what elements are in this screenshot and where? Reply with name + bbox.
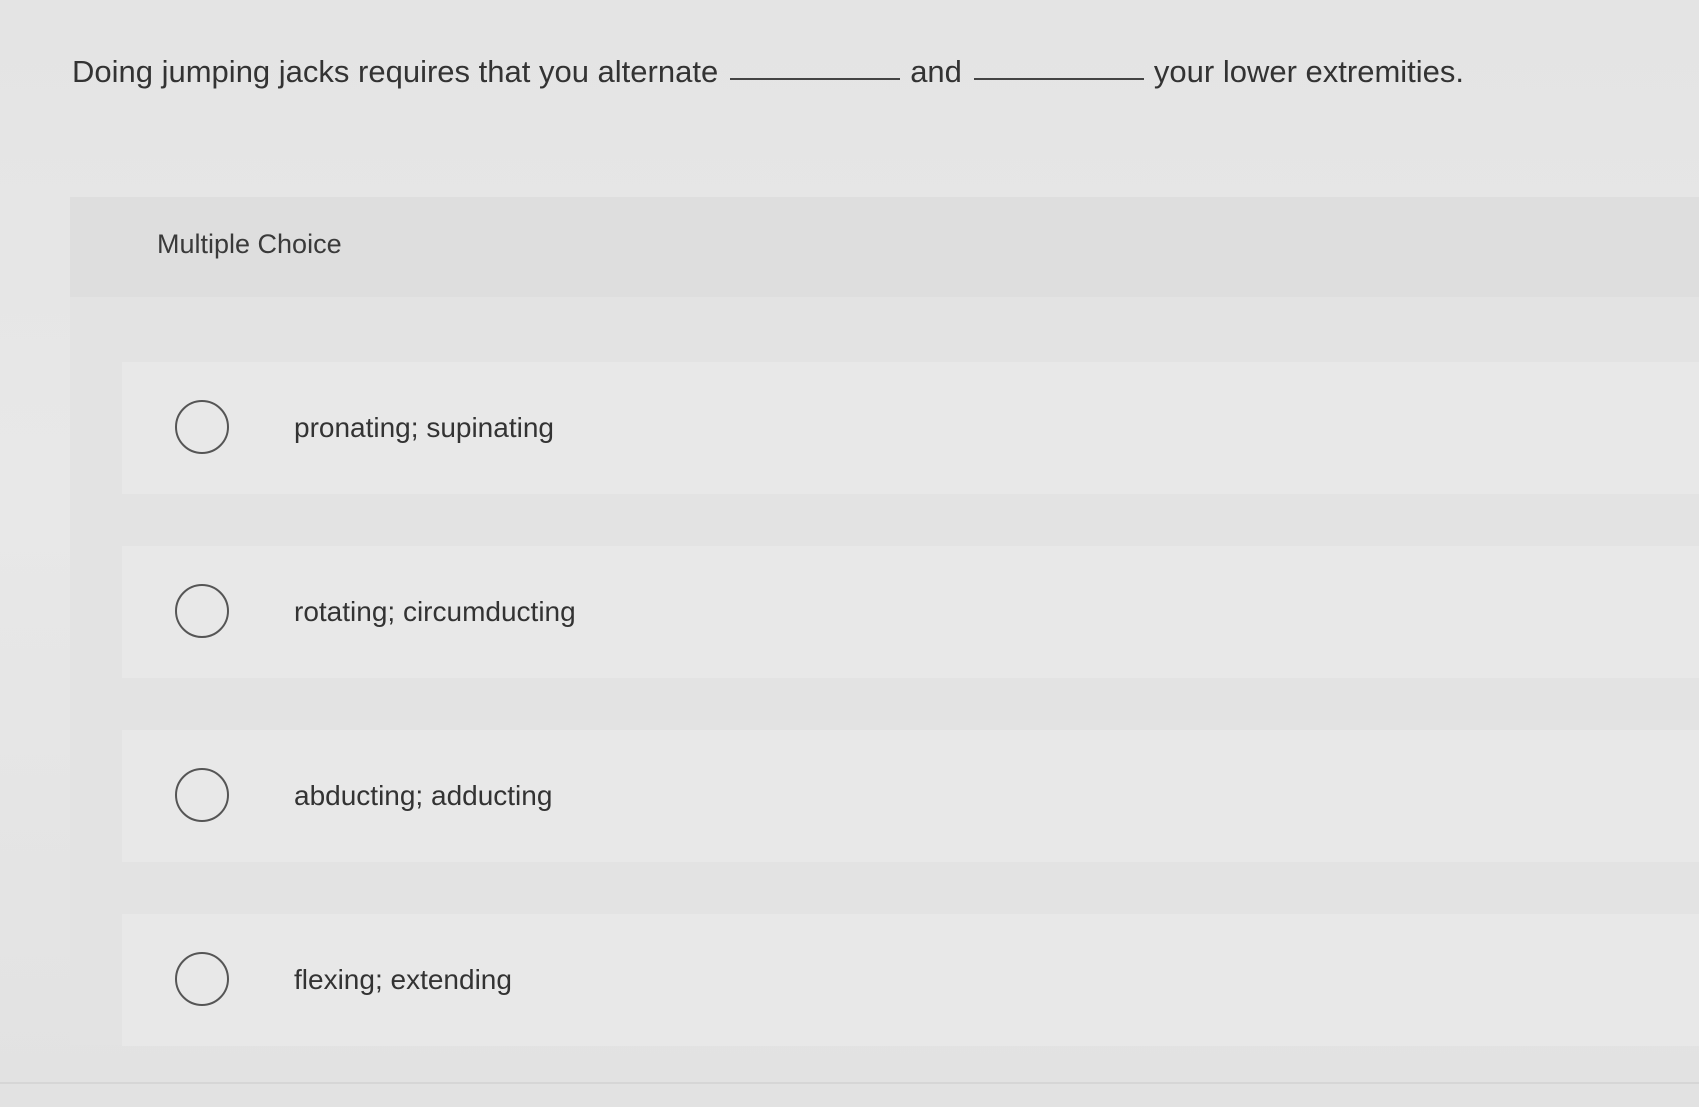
quiz-page: Doing jumping jacks requires that you al… bbox=[0, 0, 1699, 1107]
question-part-3: your lower extremities. bbox=[1153, 54, 1465, 89]
question-text: Doing jumping jacks requires that you al… bbox=[72, 52, 1672, 92]
radio-button-icon[interactable] bbox=[175, 584, 229, 638]
option-rotating-circumducting[interactable]: rotating; circumducting bbox=[122, 546, 1699, 678]
option-label: abducting; adducting bbox=[294, 780, 553, 811]
radio-button-icon[interactable] bbox=[175, 952, 229, 1006]
option-pronating-supinating[interactable]: pronating; supinating bbox=[122, 362, 1699, 494]
answer-blank-2 bbox=[973, 78, 1144, 80]
option-flexing-extending[interactable]: flexing; extending bbox=[122, 914, 1699, 1046]
option-label: rotating; circumducting bbox=[294, 596, 576, 627]
option-abducting-adducting[interactable]: abducting; adducting bbox=[122, 730, 1699, 862]
option-label: flexing; extending bbox=[294, 964, 512, 995]
panel-header: Multiple Choice bbox=[70, 197, 1699, 297]
answer-blank-1 bbox=[730, 78, 901, 80]
question-part-2: and bbox=[910, 54, 962, 89]
option-label: pronating; supinating bbox=[294, 412, 554, 443]
options-list: pronating; supinating rotating; circumdu… bbox=[122, 362, 1699, 1098]
page-divider bbox=[0, 1082, 1699, 1084]
radio-button-icon[interactable] bbox=[175, 768, 229, 822]
question-part-1: Doing jumping jacks requires that you al… bbox=[72, 54, 719, 89]
radio-button-icon[interactable] bbox=[175, 400, 229, 454]
question-type-label: Multiple Choice bbox=[157, 229, 342, 259]
answer-panel: Multiple Choice pronating; supinating ro… bbox=[70, 197, 1699, 1046]
